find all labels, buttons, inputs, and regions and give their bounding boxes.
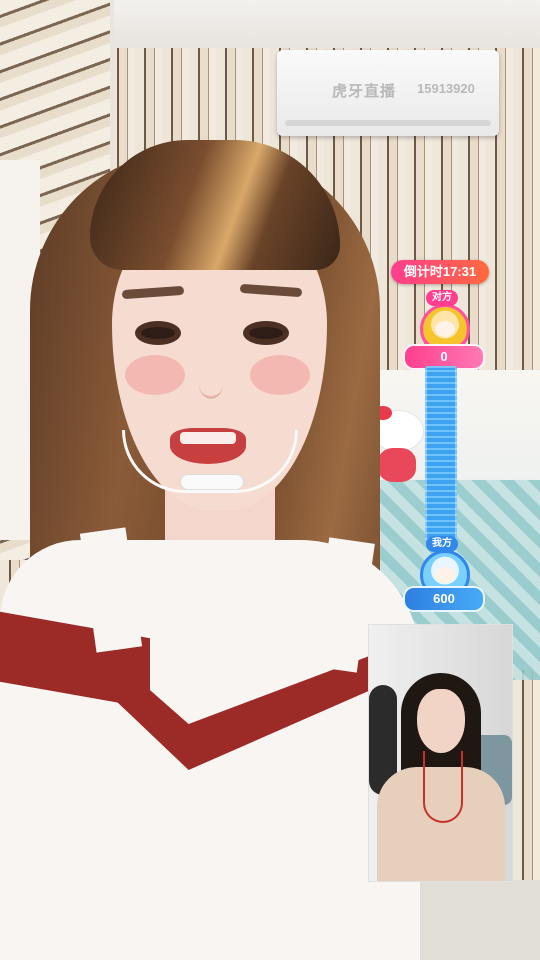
headset-mic <box>180 474 244 490</box>
guest-lanyard <box>423 751 463 823</box>
pk-countdown-timer: 倒计时17:31 <box>391 260 489 284</box>
guest-camera-window[interactable] <box>368 624 513 882</box>
guest-face <box>417 689 465 753</box>
avatar-face <box>435 567 455 583</box>
host-blush <box>125 355 185 395</box>
host-nose <box>199 370 223 399</box>
pk-score-bar[interactable]: 对方 0 我方 600 <box>400 290 485 620</box>
avatar-face <box>435 321 455 337</box>
opponent-tag: 对方 <box>426 290 458 306</box>
host-blush <box>250 355 310 395</box>
own-progress-fill <box>425 366 457 544</box>
own-score: 600 <box>403 586 485 612</box>
own-tag: 我方 <box>426 536 458 552</box>
pk-progress-track <box>425 366 457 544</box>
host-eye <box>132 318 184 348</box>
host-bangs <box>90 140 340 270</box>
host-eye <box>240 318 292 348</box>
